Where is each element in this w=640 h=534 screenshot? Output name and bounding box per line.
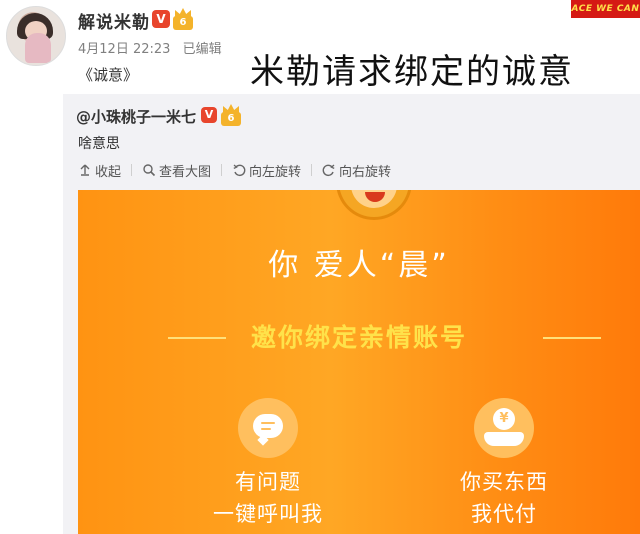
avatar-child	[25, 33, 51, 63]
rotate-left-button[interactable]: 向左旋转	[232, 161, 301, 180]
chat-shape	[253, 414, 283, 438]
repost-level-crown-icon: 6	[221, 104, 241, 126]
post-text: 《诚意》	[78, 66, 139, 84]
search-icon	[143, 164, 156, 177]
rotate-left-label: 向左旋转	[249, 164, 302, 180]
ace-logo: ACE WE CAN	[571, 0, 640, 18]
decor-line-right	[543, 337, 601, 339]
post-author-name[interactable]: 解说米勒	[78, 8, 150, 33]
option2-line2: 我代付	[471, 502, 537, 526]
option-pay-for-you: 你买东西 我代付	[404, 466, 604, 530]
rotate-left-icon	[233, 164, 246, 177]
toolbar-divider	[311, 164, 313, 176]
chat-line	[261, 422, 275, 424]
level-number: 6	[173, 16, 193, 30]
embedded-image[interactable]: 你 爱人“晨” 邀你绑定亲情账号 ¥ 有问题 一键呼叫我 你买东西 我代付	[78, 190, 640, 534]
option1-line2: 一键呼叫我	[213, 502, 323, 526]
chat-bubble-icon	[238, 398, 298, 458]
repost-text: 啥意思	[78, 136, 120, 152]
chat-line	[261, 428, 271, 430]
option1-line1: 有问题	[235, 470, 301, 494]
option-call-me: 有问题 一键呼叫我	[168, 466, 368, 530]
post-timestamp[interactable]: 4月12日 22:23	[78, 42, 170, 57]
toolbar-divider	[221, 164, 223, 176]
level-crown-icon: 6	[173, 8, 193, 30]
repost-author-name[interactable]: @小珠桃子一米七	[76, 106, 196, 127]
overlay-caption: 米勒请求绑定的诚意	[250, 52, 574, 92]
image-title: 你 爱人“晨”	[268, 248, 450, 283]
post-meta: 4月12日 22:23 已编辑	[78, 38, 230, 57]
collapse-button[interactable]: 收起	[78, 161, 121, 180]
author-avatar[interactable]	[6, 6, 66, 66]
arrow-up-icon	[80, 164, 90, 176]
edited-label[interactable]: 已编辑	[183, 42, 222, 57]
rotate-right-button[interactable]: 向右旋转	[322, 161, 391, 180]
collapse-label: 收起	[95, 164, 122, 180]
image-toolbar: 收起 查看大图 向左旋转 向右旋转	[78, 160, 391, 180]
view-large-button[interactable]: 查看大图	[142, 161, 211, 180]
repost-verified-v-icon: V	[201, 107, 217, 123]
rotate-right-icon	[322, 164, 335, 177]
view-large-label: 查看大图	[159, 164, 212, 180]
hand-shape	[484, 432, 524, 446]
image-subtitle: 邀你绑定亲情账号	[250, 323, 467, 352]
option2-line1: 你买东西	[460, 470, 548, 494]
toolbar-divider	[131, 164, 133, 176]
mascot-icon	[336, 190, 412, 220]
repost-level-number: 6	[221, 112, 241, 126]
payment-hand-icon: ¥	[474, 398, 534, 458]
rotate-right-label: 向右旋转	[339, 164, 392, 180]
verified-v-icon: V	[152, 10, 170, 28]
yuan-coin: ¥	[493, 408, 515, 430]
